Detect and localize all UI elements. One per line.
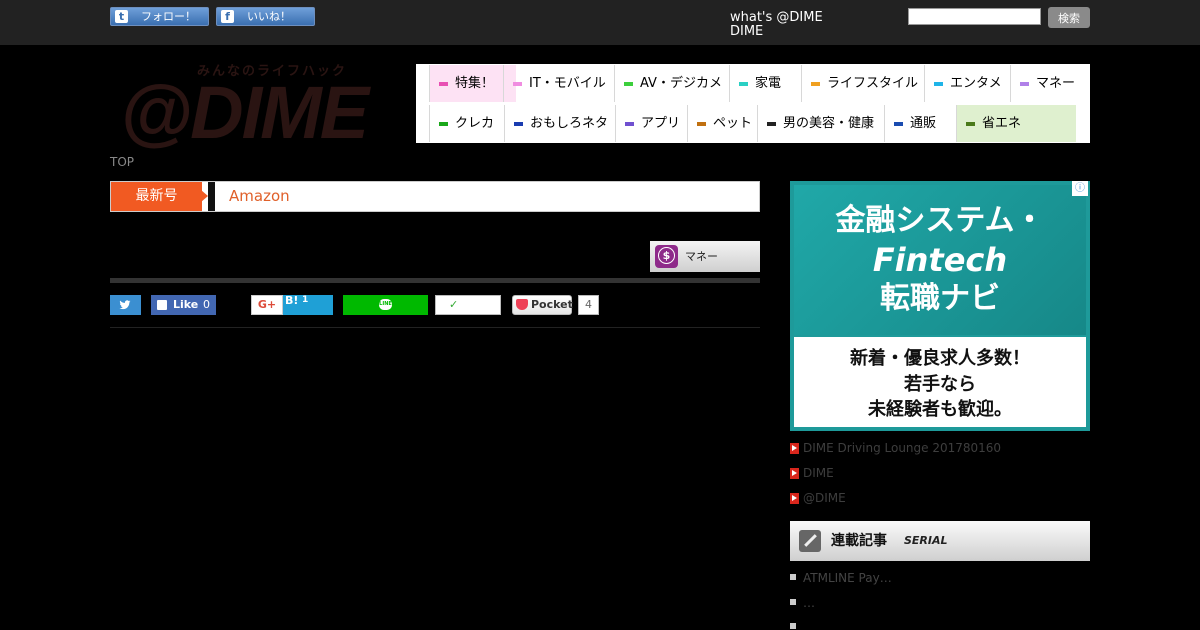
- nav-item[interactable]: マネー: [1010, 65, 1090, 102]
- serial-section-header: 連載記事 SERIAL: [790, 521, 1090, 561]
- divider: [110, 327, 760, 328]
- nav-bullet-icon: [439, 121, 448, 126]
- hatena-bookmark-button[interactable]: B! 1: [283, 294, 333, 315]
- nav-row-secondary: クレカ おもしろネタ アプリ ペット 男の美容・健康 通販 省エネ: [416, 105, 1090, 142]
- nav-item[interactable]: おもしろネタ: [504, 105, 615, 142]
- divider: [110, 278, 760, 283]
- twitter-icon: t: [115, 10, 128, 23]
- whats-dime-link[interactable]: what's @DIME DIME: [730, 11, 823, 39]
- pocket-count: 4: [578, 295, 599, 315]
- nav-bullet-icon: [1020, 81, 1029, 86]
- thumbs-up-icon: [157, 300, 167, 310]
- arrow-right-icon: [790, 443, 799, 454]
- nav-item[interactable]: ペット: [687, 105, 757, 142]
- pencil-icon: [799, 530, 821, 552]
- nav-item[interactable]: 家電: [729, 65, 801, 102]
- nav-bullet-icon: [697, 121, 706, 126]
- dollar-icon: $: [655, 245, 678, 268]
- search-button[interactable]: 検索: [1048, 7, 1090, 28]
- nav-bullet-icon: [739, 81, 748, 86]
- nav-item[interactable]: クレカ: [429, 105, 504, 142]
- nav-item-label: エンタメ: [950, 76, 1002, 91]
- latest-issue-link[interactable]: Amazon: [229, 182, 290, 211]
- nav-item[interactable]: 男の美容・健康: [757, 105, 884, 142]
- google-plus-button[interactable]: G+: [251, 295, 283, 315]
- ad-body: 新着・優良求人多数！ 若手なら 未経験者も歓迎。: [794, 337, 1086, 427]
- nav-bullet-icon: [811, 81, 820, 86]
- nav-item-label: クレカ: [455, 116, 495, 131]
- sidebar-ad-banner[interactable]: 金融システム・ Fintech 転職ナビ 新着・優良求人多数！ 若手なら 未経験…: [790, 181, 1090, 431]
- nav-bullet-icon: [966, 121, 975, 126]
- latest-issue-bar: 最新号 Amazon: [110, 181, 760, 212]
- nav-item-label: 男の美容・健康: [783, 116, 875, 131]
- nav-item[interactable]: IT・モバイル: [503, 65, 614, 102]
- nav-bullet-icon: [439, 81, 448, 86]
- nav-item-label: IT・モバイル: [529, 76, 606, 91]
- site-logo[interactable]: みんなのライフハック @DIME: [110, 58, 385, 154]
- search-input[interactable]: [908, 8, 1041, 25]
- nav-item[interactable]: AV・デジカメ: [614, 65, 729, 102]
- nav-row-primary: 特集！ IT・モバイル AV・デジカメ 家電 ライフスタイル エンタメ マネー: [416, 65, 1090, 102]
- nav-bullet-icon: [767, 121, 776, 126]
- nav-item-label: 特集！: [455, 76, 495, 91]
- nav-item-label: 通販: [910, 116, 937, 131]
- twitter-icon: [119, 300, 131, 310]
- ad-info-icon[interactable]: ⓘ: [1072, 181, 1088, 196]
- nav-item-label: ライフスタイル: [827, 76, 919, 91]
- nav-item[interactable]: 通販: [884, 105, 956, 142]
- bullet-icon: [790, 599, 796, 605]
- nav-item-label: AV・デジカメ: [640, 76, 722, 91]
- twitter-follow-button[interactable]: t フォロー！: [110, 7, 209, 26]
- arrow-right-icon: [790, 468, 799, 479]
- line-share-button[interactable]: LINE: [343, 295, 428, 315]
- category-tag[interactable]: $ マネー: [650, 241, 760, 272]
- check-icon: ✓: [449, 298, 459, 311]
- divider: [208, 182, 215, 211]
- latest-issue-label: 最新号: [111, 182, 202, 211]
- arrow-right-icon: [790, 493, 799, 504]
- bullet-icon: [790, 623, 796, 629]
- breadcrumb[interactable]: TOP: [110, 155, 134, 169]
- nav-item-label: アプリ: [641, 116, 681, 131]
- pocket-icon: [516, 299, 528, 310]
- nav-item[interactable]: エンタメ: [924, 65, 1010, 102]
- twitter-share-button[interactable]: [110, 295, 141, 315]
- pocket-button[interactable]: Pocket: [512, 295, 573, 315]
- line-icon: LINE: [379, 299, 392, 310]
- arrow-right-icon: [201, 190, 208, 202]
- mixi-check-button[interactable]: ✓: [435, 295, 501, 315]
- nav-bullet-icon: [934, 81, 943, 86]
- nav-item-label: 省エネ: [982, 116, 1022, 131]
- nav-item-label: マネー: [1036, 76, 1076, 91]
- nav-bullet-icon: [624, 81, 633, 86]
- facebook-icon: f: [221, 10, 234, 23]
- nav-bullet-icon: [514, 121, 523, 126]
- nav-item-label: 家電: [755, 76, 782, 91]
- nav-item[interactable]: ライフスタイル: [801, 65, 924, 102]
- nav-item[interactable]: アプリ: [615, 105, 687, 142]
- top-bar: t フォロー！ f いいね！ what's @DIME DIME 検索: [0, 0, 1200, 45]
- nav-item-label: ペット: [713, 116, 753, 131]
- nav-bullet-icon: [894, 121, 903, 126]
- nav-bullet-icon: [513, 81, 522, 86]
- nav-item[interactable]: 省エネ: [956, 105, 1076, 142]
- category-nav: 特集！ IT・モバイル AV・デジカメ 家電 ライフスタイル エンタメ マネー クレカ おもし…: [416, 64, 1090, 143]
- facebook-like-button[interactable]: f いいね！: [216, 7, 315, 26]
- ad-headline: 金融システム・ Fintech 転職ナビ: [794, 185, 1086, 335]
- nav-item-label: おもしろネタ: [530, 116, 609, 131]
- nav-bullet-icon: [625, 121, 634, 126]
- bullet-icon: [790, 574, 796, 580]
- facebook-like-share-button[interactable]: Like 0: [151, 295, 216, 315]
